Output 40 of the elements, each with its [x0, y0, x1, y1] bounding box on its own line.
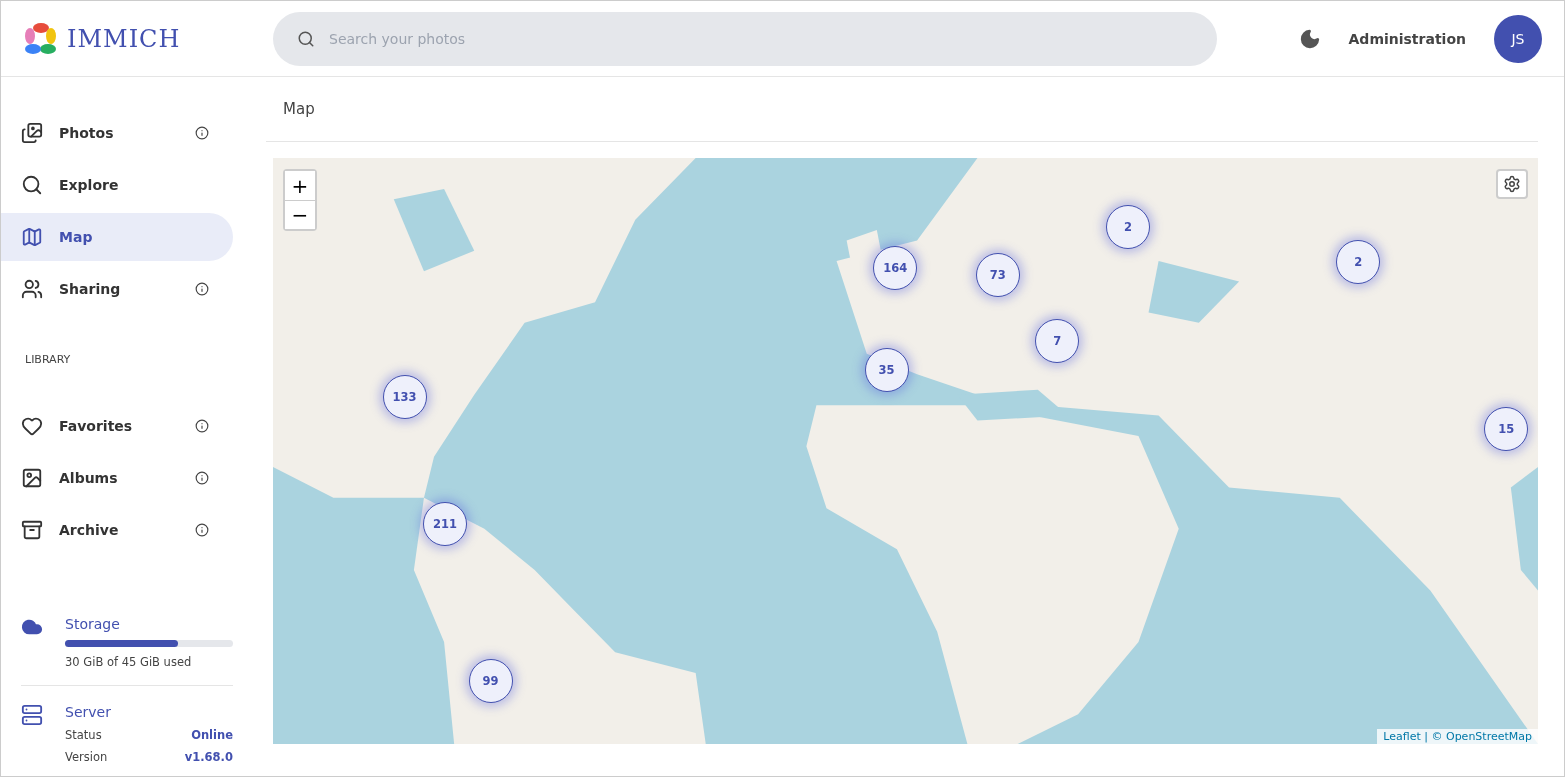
- sidebar-item[interactable]: Photos: [1, 109, 233, 157]
- flower-logo-icon: [23, 20, 59, 57]
- server-label: Status: [65, 728, 102, 742]
- server-icon: [21, 704, 43, 726]
- server-title: Server: [65, 704, 112, 720]
- zoom-out-button[interactable]: −: [285, 200, 315, 229]
- info-icon[interactable]: [195, 523, 209, 537]
- sidebar-item[interactable]: Sharing: [1, 265, 233, 313]
- info-icon[interactable]: [195, 282, 209, 296]
- people-icon: [21, 278, 43, 300]
- search-icon: [21, 174, 43, 196]
- sidebar-item[interactable]: Archive: [1, 506, 233, 554]
- settings-button[interactable]: [1496, 169, 1528, 199]
- storage-title: Storage: [65, 616, 121, 632]
- page-title: Map: [283, 100, 315, 118]
- search-field[interactable]: Search your photos: [273, 11, 1217, 66]
- info-icon[interactable]: [195, 126, 209, 140]
- info-icon[interactable]: [195, 471, 209, 485]
- server-label: Version: [65, 750, 108, 764]
- sidebar-item[interactable]: Albums: [1, 454, 233, 502]
- sidebar-item[interactable]: Favorites: [1, 402, 233, 450]
- photos-icon: [21, 122, 43, 144]
- administration-link[interactable]: Administration: [1348, 30, 1466, 47]
- logo-text: IMMICH: [67, 24, 181, 53]
- server-value: v1.68.0: [184, 750, 233, 764]
- map-attribution: Leaflet | © OpenStreetMap: [1377, 729, 1538, 744]
- search-icon: [297, 29, 315, 48]
- info-icon[interactable]: [195, 419, 209, 433]
- user-avatar[interactable]: JS: [1494, 14, 1542, 63]
- map-icon: [21, 226, 43, 248]
- sidebar-item[interactable]: Map: [1, 213, 233, 261]
- archive-box-icon: [21, 519, 43, 541]
- heart-icon: [21, 415, 43, 437]
- image-icon: [21, 467, 43, 489]
- sidebar-item[interactable]: Explore: [1, 161, 233, 209]
- settings-icon: [1503, 175, 1521, 193]
- storage-usage: 30 GiB of 45 GiB used: [65, 655, 193, 669]
- moon-icon[interactable]: [1298, 27, 1321, 50]
- section-heading: LIBRARY: [24, 352, 72, 368]
- server-value: Online: [191, 728, 233, 742]
